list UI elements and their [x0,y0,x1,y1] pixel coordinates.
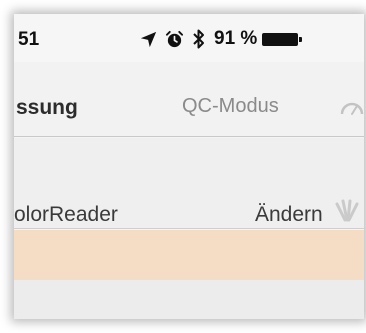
status-time: 51 [18,29,40,50]
gauge-icon[interactable] [340,100,364,121]
color-preview-band [14,230,364,280]
tab-messung[interactable]: ssung [16,96,78,120]
device-row[interactable]: olorReader Ändern [14,138,364,229]
change-device-button[interactable]: Ändern [255,203,323,227]
bluetooth-icon [192,28,206,50]
device-name: olorReader [14,203,118,226]
battery-icon [262,32,303,46]
alarm-clock-icon [165,30,184,49]
location-arrow-icon [140,31,157,48]
bottom-area [14,280,364,319]
status-icons: 91 % [140,26,303,52]
signal-strength-icon [335,198,359,231]
app-window: 51 91 % ssung QC-Modus olorReader Ändern [14,14,364,319]
battery-percentage: 91 % [214,28,258,49]
tab-qc-modus[interactable]: QC-Modus [182,95,279,118]
navigation-bar: ssung QC-Modus [14,62,364,137]
status-bar: 51 91 % [14,14,364,62]
